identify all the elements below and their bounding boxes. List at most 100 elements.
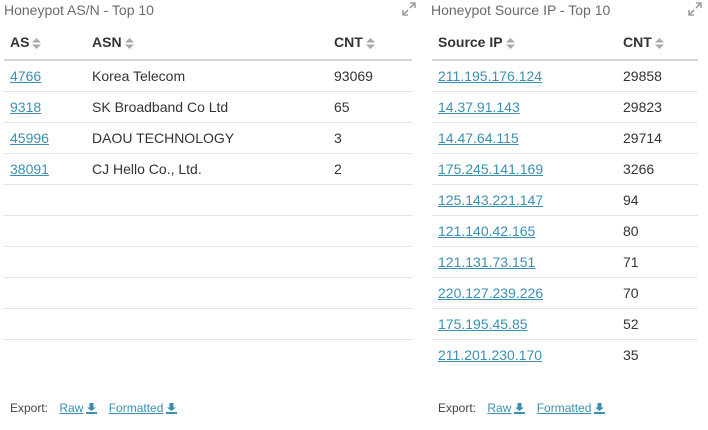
asn-cell: SK Broadband Co Ltd (86, 91, 328, 123)
expand-icon[interactable] (688, 2, 702, 16)
ip-cell: 211.201.230.170 (432, 339, 617, 370)
ip-cell: 220.127.239.226 (432, 277, 617, 309)
cnt-cell: 29714 (617, 122, 698, 154)
cnt-cell: 70 (617, 277, 698, 309)
cnt-cell: 3 (328, 122, 412, 154)
expand-icon[interactable] (402, 2, 416, 16)
cnt-cell: 80 (617, 215, 698, 247)
column-label: ASN (92, 34, 122, 51)
sort-icon[interactable] (365, 36, 375, 52)
table-row: 121.140.42.165 80 (432, 215, 698, 247)
asn-table: AS ASN CNT 4766 Korea Telecom 93069 9318… (4, 27, 412, 370)
table-row: 45996 DAOU TECHNOLOGY 3 (4, 122, 412, 154)
cnt-cell: 3266 (617, 153, 698, 185)
ip-cell: 211.195.176.124 (432, 60, 617, 92)
export-label: Export: (438, 401, 477, 415)
ip-link[interactable]: 211.195.176.124 (438, 68, 542, 84)
column-label: CNT (334, 34, 363, 51)
export-formatted-label: Formatted (108, 401, 164, 415)
column-header-cnt[interactable]: CNT (328, 27, 412, 61)
cnt-cell: 29858 (623, 68, 662, 84)
empty-row (4, 339, 412, 370)
column-header-asn[interactable]: ASN (86, 27, 328, 61)
column-header-as[interactable]: AS (4, 27, 86, 61)
column-label: Source IP (438, 34, 503, 51)
ip-cell: 175.195.45.85 (432, 308, 617, 340)
export-bar: Export: Raw Formatted (438, 401, 606, 417)
sort-icon[interactable] (654, 36, 664, 52)
table-row: 121.131.73.151 71 (432, 246, 698, 278)
cnt-cell: 93069 (334, 68, 373, 84)
sort-icon[interactable] (505, 36, 515, 52)
export-raw-label: Raw (487, 401, 512, 415)
ip-link[interactable]: 175.245.141.169 (438, 161, 543, 177)
ip-link[interactable]: 14.47.64.115 (438, 130, 519, 146)
export-formatted-link[interactable]: Formatted (537, 401, 606, 415)
asn-cell: CJ Hello Co., Ltd. (86, 153, 328, 185)
asn-panel: Honeypot AS/N - Top 10 AS ASN CNT 4766 K… (0, 0, 420, 430)
export-label: Export: (10, 401, 49, 415)
source-ip-panel: Honeypot Source IP - Top 10 Source IP CN… (428, 0, 708, 430)
table-row: 175.195.45.85 52 (432, 308, 698, 340)
as-cell: 45996 (4, 122, 86, 154)
sort-icon[interactable] (124, 36, 134, 52)
download-icon (166, 403, 178, 417)
source-ip-table: Source IP CNT 211.195.176.124 29858 14.3… (432, 27, 698, 370)
cnt-cell: 29823 (617, 91, 698, 123)
table-row: 9318 SK Broadband Co Ltd 65 (4, 91, 412, 123)
as-link[interactable]: 38091 (10, 161, 49, 177)
export-raw-link[interactable]: Raw (487, 401, 526, 417)
ip-link[interactable]: 121.140.42.165 (438, 223, 535, 239)
header-row: AS ASN CNT (4, 27, 412, 61)
table-row: 38091 CJ Hello Co., Ltd. 2 (4, 153, 412, 185)
export-raw-link[interactable]: Raw (59, 401, 98, 417)
download-icon (86, 403, 98, 417)
ip-link[interactable]: 220.127.239.226 (438, 285, 543, 301)
empty-row (4, 246, 412, 278)
ip-link[interactable]: 14.37.91.143 (438, 99, 520, 115)
empty-row (4, 308, 412, 340)
ip-cell: 125.143.221.147 (432, 184, 617, 216)
as-cell: 38091 (4, 153, 86, 185)
as-cell: 4766 (4, 60, 86, 92)
empty-row (4, 277, 412, 309)
table-row: 125.143.221.147 94 (432, 184, 698, 216)
sort-icon[interactable] (32, 36, 42, 52)
cnt-cell: 65 (328, 91, 412, 123)
ip-link[interactable]: 175.195.45.85 (438, 316, 528, 332)
export-formatted-link[interactable]: Formatted (109, 401, 178, 415)
panel-title: Honeypot AS/N - Top 10 (4, 2, 154, 18)
table-row: 211.201.230.170 35 (432, 339, 698, 370)
ip-link[interactable]: 121.131.73.151 (438, 254, 535, 270)
table-row: 14.37.91.143 29823 (432, 91, 698, 123)
column-header-cnt[interactable]: CNT (617, 27, 698, 61)
empty-row (4, 184, 412, 216)
panel-title: Honeypot Source IP - Top 10 (431, 2, 611, 18)
table-row: 175.245.141.169 3266 (432, 153, 698, 185)
cnt-cell: 35 (617, 339, 698, 370)
download-icon (594, 403, 606, 417)
ip-link[interactable]: 211.201.230.170 (438, 347, 542, 363)
header-row: Source IP CNT (432, 27, 698, 61)
ip-link[interactable]: 125.143.221.147 (438, 192, 543, 208)
ip-cell: 121.140.42.165 (432, 215, 617, 247)
as-link[interactable]: 9318 (10, 99, 41, 115)
asn-cell: DAOU TECHNOLOGY (86, 122, 328, 154)
ip-cell: 14.37.91.143 (432, 91, 617, 123)
ip-cell: 175.245.141.169 (432, 153, 617, 185)
column-header-source-ip[interactable]: Source IP (432, 27, 617, 61)
ip-cell: 14.47.64.115 (432, 122, 617, 154)
cnt-cell: 2 (328, 153, 412, 185)
download-icon (514, 403, 526, 417)
export-raw-label: Raw (59, 401, 84, 415)
table-row: 4766 Korea Telecom 93069 (4, 60, 412, 92)
ip-cell: 121.131.73.151 (432, 246, 617, 278)
export-bar: Export: Raw Formatted (10, 401, 178, 417)
as-link[interactable]: 4766 (10, 68, 41, 84)
as-link[interactable]: 45996 (10, 130, 49, 146)
empty-row (4, 215, 412, 247)
table-row: 211.195.176.124 29858 (432, 60, 698, 92)
table-row: 14.47.64.115 29714 (432, 122, 698, 154)
cnt-cell: 71 (617, 246, 698, 278)
column-label: CNT (623, 34, 652, 51)
